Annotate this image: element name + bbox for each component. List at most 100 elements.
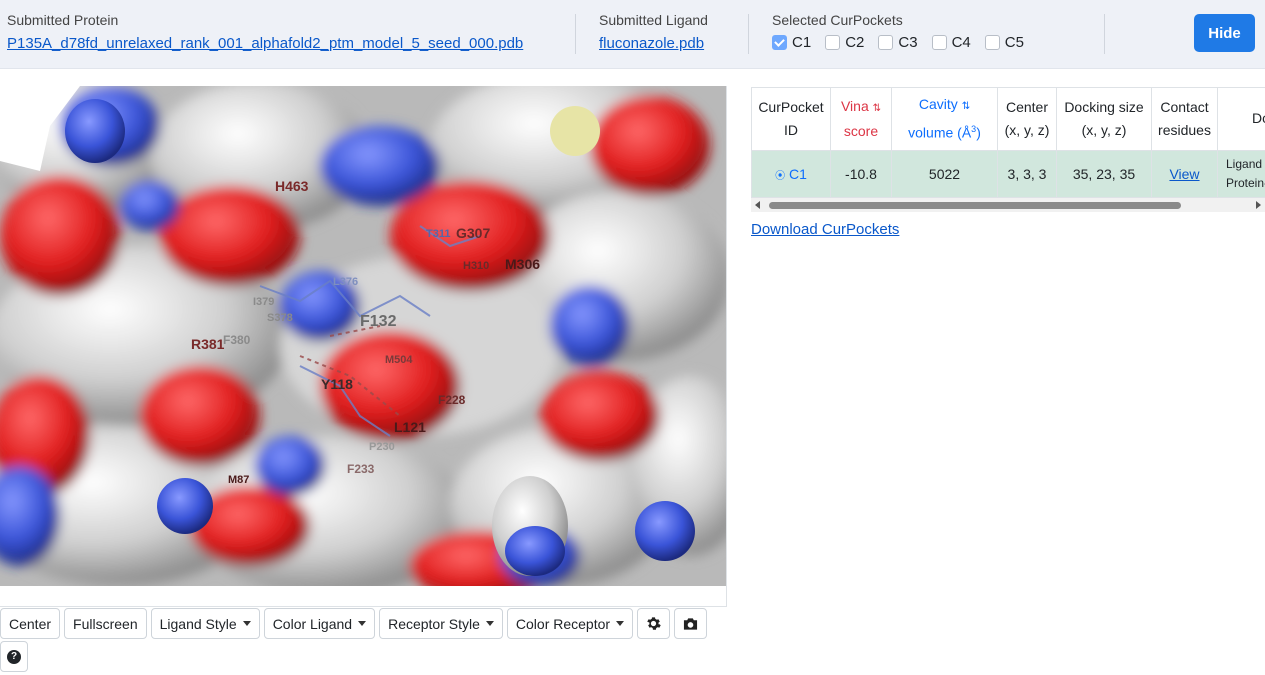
dropdown-label: Receptor Style: [388, 615, 480, 632]
pocket-checkbox-c1[interactable]: C1: [772, 34, 811, 51]
scroll-left-icon[interactable]: [755, 200, 760, 209]
residue-label: G307: [456, 225, 491, 241]
caret-down-icon: [242, 621, 251, 626]
center-button[interactable]: Center: [0, 608, 61, 639]
cell-cavity-volume: 5022: [891, 149, 998, 198]
submitted-protein-label: Submitted Protein: [7, 12, 119, 28]
settings-button[interactable]: [637, 608, 671, 639]
selected-pockets-group: Selected CurPockets C1 C2 C3 C4 C5: [772, 12, 1024, 51]
complex-download-link[interactable]: Protein-: [1226, 176, 1265, 190]
residue-label: M306: [505, 256, 541, 272]
col-header-center: Center (x, y, z): [997, 87, 1057, 151]
pocket-label: C1: [792, 34, 812, 51]
residue-label: T311: [426, 228, 451, 240]
residue-label: F233: [347, 462, 375, 476]
dropdown-label: Color Ligand: [272, 615, 353, 632]
hide-button[interactable]: Hide: [1194, 14, 1255, 52]
col-header-vina-score[interactable]: Vina ⇅ score: [830, 87, 892, 151]
radio-selected-icon[interactable]: ⦿: [775, 171, 785, 182]
cell-download: Ligand | Protein-: [1217, 149, 1265, 198]
download-curpockets-link[interactable]: Download CurPockets: [751, 221, 899, 238]
ligand-download-link[interactable]: Ligand |: [1226, 157, 1265, 171]
submitted-protein-group: Submitted Protein P135A_d78fd_unrelaxed_…: [7, 12, 523, 53]
residue-label: F380: [223, 333, 251, 347]
submitted-ligand-label: Submitted Ligand: [599, 12, 708, 28]
checkbox-icon[interactable]: [931, 35, 947, 50]
pocket-label: C5: [1004, 34, 1024, 51]
table-header-row: CurPocket ID Vina ⇅ score Cavity ⇅ volume (…: [751, 87, 1265, 151]
cell-contact-residues: View: [1151, 149, 1218, 198]
protein-file-link[interactable]: P135A_d78fd_unrelaxed_rank_001_alphafold…: [7, 35, 523, 52]
scroll-right-icon[interactable]: [1256, 200, 1261, 209]
pocket-label: C2: [845, 34, 865, 51]
table-row: ⦿ C1 -10.8 5022 3, 3, 3 35, 23, 35 View …: [751, 149, 1265, 198]
residue-label: H463: [275, 178, 309, 194]
results-table-wrapper: CurPocket ID Vina ⇅ score Cavity ⇅ volume (…: [751, 87, 1265, 198]
residue-label: R381: [191, 336, 225, 352]
caret-down-icon: [616, 621, 625, 626]
pocket-results-panel: CurPocket ID Vina ⇅ score Cavity ⇅ volume (…: [751, 87, 1265, 239]
divider: [575, 14, 576, 54]
viewer-toolbar: Center Fullscreen Ligand Style Color Lig…: [0, 608, 708, 639]
pocket-checkbox-c3[interactable]: C3: [878, 34, 918, 51]
scrollbar-thumb[interactable]: [769, 201, 1181, 209]
molecule-viewer[interactable]: H463 T311 G307 H310 M306 L376 I379 S378 …: [0, 86, 727, 607]
checkbox-icon[interactable]: [984, 35, 1000, 50]
sort-icon[interactable]: ⇅: [873, 103, 881, 114]
residue-label: L121: [394, 419, 426, 435]
divider: [748, 14, 749, 54]
pocket-id: C1: [788, 165, 807, 182]
cell-center: 3, 3, 3: [997, 149, 1057, 198]
col-header-docking-size: Docking size (x, y, z): [1056, 87, 1152, 151]
caret-down-icon: [358, 621, 367, 626]
col-header-curpocket-id: CurPocket ID: [751, 87, 831, 151]
pocket-label: C3: [898, 34, 918, 51]
header-bar: Submitted Protein P135A_d78fd_unrelaxed_…: [0, 0, 1265, 69]
color-ligand-dropdown[interactable]: Color Ligand: [263, 608, 376, 639]
help-button[interactable]: ?: [0, 641, 28, 672]
pocket-checkbox-row: C1 C2 C3 C4 C5: [772, 34, 1024, 51]
cell-vina-score: -10.8: [830, 149, 892, 198]
cell-curpocket-id[interactable]: ⦿ C1: [751, 149, 831, 198]
results-table: CurPocket ID Vina ⇅ score Cavity ⇅ volume (…: [751, 87, 1265, 198]
fullscreen-button[interactable]: Fullscreen: [64, 608, 147, 639]
gear-icon: [647, 617, 661, 630]
dropdown-label: Ligand Style: [159, 615, 237, 632]
residue-label: Y118: [321, 376, 353, 392]
col-header-cavity-volume[interactable]: Cavity ⇅ volume (Å3): [891, 87, 998, 151]
pocket-label: C4: [951, 34, 971, 51]
residue-label: P230: [369, 441, 395, 453]
col-header-download: Do: [1217, 87, 1265, 151]
checkbox-checked-icon[interactable]: [772, 35, 787, 50]
pocket-checkbox-c4[interactable]: C4: [931, 34, 971, 51]
residue-label: S378: [267, 312, 293, 324]
color-receptor-dropdown[interactable]: Color Receptor: [506, 608, 634, 639]
caret-down-icon: [485, 621, 494, 626]
checkbox-icon[interactable]: [878, 35, 894, 50]
residue-label: L376: [333, 276, 359, 288]
screenshot-button[interactable]: [674, 608, 708, 639]
sort-icon[interactable]: ⇅: [962, 101, 970, 112]
horizontal-scrollbar[interactable]: [751, 197, 1265, 212]
dropdown-label: Color Receptor: [515, 615, 611, 632]
protein-surface-render[interactable]: [0, 86, 726, 586]
selected-pockets-label: Selected CurPockets: [772, 12, 903, 28]
residue-label: M87: [228, 474, 250, 486]
ligand-style-dropdown[interactable]: Ligand Style: [150, 608, 260, 639]
question-circle-icon: ?: [7, 649, 21, 664]
residue-label: F228: [438, 393, 466, 407]
pocket-checkbox-c2[interactable]: C2: [825, 34, 864, 51]
residue-label: F132: [360, 313, 397, 330]
divider: [1104, 14, 1105, 54]
col-header-contact-residues: Contact residues: [1151, 87, 1218, 151]
ligand-file-link[interactable]: fluconazole.pdb: [599, 35, 704, 52]
submitted-ligand-group: Submitted Ligand fluconazole.pdb: [599, 12, 708, 53]
pocket-checkbox-c5[interactable]: C5: [984, 34, 1024, 51]
cell-docking-size: 35, 23, 35: [1056, 149, 1152, 198]
receptor-style-dropdown[interactable]: Receptor Style: [379, 608, 503, 639]
residue-label: M504: [385, 354, 413, 366]
view-contact-link[interactable]: View: [1169, 166, 1199, 182]
camera-icon: [684, 617, 698, 630]
residue-label: H310: [463, 260, 490, 272]
checkbox-icon[interactable]: [825, 35, 841, 50]
